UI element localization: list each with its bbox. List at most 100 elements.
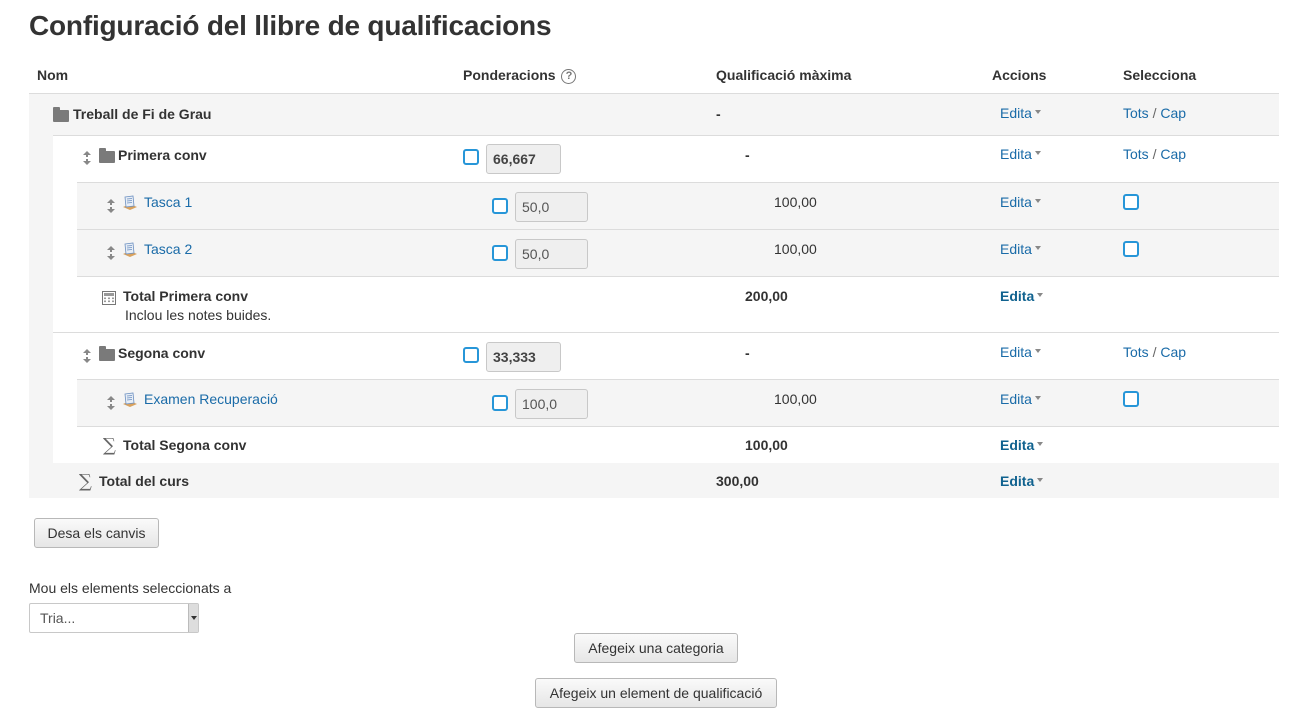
select-separator: /: [1152, 344, 1157, 360]
column-header-select: Selecciona: [1123, 67, 1197, 83]
total-segona-max: 100,00: [745, 437, 788, 453]
select-item-checkbox[interactable]: [1123, 241, 1139, 257]
move-icon[interactable]: [105, 396, 117, 410]
move-icon[interactable]: [81, 151, 93, 165]
select-all-link[interactable]: Tots: [1123, 344, 1149, 360]
weight-input-examen[interactable]: [515, 389, 588, 419]
column-header-weights-label: Ponderacions: [463, 67, 556, 83]
edit-link-label[interactable]: Edita: [1000, 288, 1034, 304]
edit-menu-primera[interactable]: Edita: [1000, 146, 1041, 162]
caret-down-icon: [1037, 442, 1044, 447]
course-category-max: -: [716, 106, 721, 122]
edit-link-label[interactable]: Edita: [1000, 344, 1032, 360]
move-icon[interactable]: [81, 349, 93, 363]
select-none-link[interactable]: Cap: [1160, 105, 1186, 121]
edit-link-label[interactable]: Edita: [1000, 473, 1034, 489]
edit-menu-course[interactable]: Edita: [1000, 105, 1041, 121]
move-target-selected: Tria...: [40, 610, 76, 626]
assignment-icon: [123, 195, 137, 210]
edit-menu-total-segona[interactable]: Edita: [1000, 437, 1044, 453]
select-none-link[interactable]: Cap: [1160, 344, 1186, 360]
edit-link-label[interactable]: Edita: [1000, 146, 1032, 162]
select-all-link[interactable]: Tots: [1123, 105, 1149, 121]
item-tasca2-link[interactable]: Tasca 2: [144, 241, 192, 257]
column-header-max-grade: Qualificació màxima: [716, 67, 852, 83]
sigma-icon: ∑: [103, 435, 116, 456]
table-row-category-primera: Primera conv - Edita Tots / Cap: [53, 135, 1279, 182]
edit-link-label[interactable]: Edita: [1000, 194, 1032, 210]
category-segona-name: Segona conv: [118, 345, 206, 361]
chevron-down-icon: [188, 604, 198, 632]
table-row-item-tasca1: Tasca 1 100,00 Edita: [77, 182, 1279, 229]
sigma-icon: ∑: [79, 471, 92, 492]
caret-down-icon: [1034, 396, 1041, 401]
table-row-total-segona: ∑ Total Segona conv 100,00 Edita: [77, 426, 1279, 463]
edit-link-label[interactable]: Edita: [1000, 391, 1032, 407]
edit-menu-tasca2[interactable]: Edita: [1000, 241, 1041, 257]
caret-down-icon: [1034, 151, 1041, 156]
caret-down-icon: [1034, 246, 1041, 251]
select-all-none-primera: Tots / Cap: [1123, 146, 1186, 162]
move-icon[interactable]: [105, 199, 117, 213]
table-row-category-segona: Segona conv - Edita Tots / Cap: [53, 332, 1279, 379]
column-header-name: Nom: [37, 67, 69, 83]
weight-input-primera[interactable]: [486, 144, 561, 174]
save-changes-button[interactable]: Desa els canvis: [34, 518, 159, 548]
select-all-none-course: Tots / Cap: [1123, 105, 1186, 121]
weight-override-checkbox[interactable]: [463, 149, 479, 165]
table-row-total-primera: Total Primera conv Inclou les notes buid…: [77, 276, 1279, 332]
course-category-name: Treball de Fi de Grau: [73, 106, 212, 122]
edit-menu-course-total[interactable]: Edita: [1000, 473, 1044, 489]
weight-override-checkbox[interactable]: [492, 395, 508, 411]
select-separator: /: [1152, 105, 1157, 121]
select-separator: /: [1152, 146, 1157, 162]
move-selected-label: Mou els elements seleccionats a: [29, 580, 232, 596]
weight-input-segona[interactable]: [486, 342, 561, 372]
weight-override-checkbox[interactable]: [463, 347, 479, 363]
item-examen-link[interactable]: Examen Recuperació: [144, 391, 278, 407]
caret-down-icon: [1034, 349, 1041, 354]
edit-menu-examen[interactable]: Edita: [1000, 391, 1041, 407]
grade-setup-table: Treball de Fi de Grau - Edita Tots / Cap…: [29, 93, 1279, 498]
caret-down-icon: [1037, 478, 1044, 483]
column-header-actions: Accions: [992, 67, 1047, 83]
table-row-course-total: ∑ Total del curs 300,00 Edita: [29, 463, 1279, 499]
category-primera-name: Primera conv: [118, 147, 207, 163]
caret-down-icon: [1034, 110, 1041, 115]
select-none-link[interactable]: Cap: [1160, 146, 1186, 162]
move-icon[interactable]: [105, 246, 117, 260]
total-primera-name: Total Primera conv: [123, 288, 249, 304]
add-grade-item-button[interactable]: Afegeix un element de qualificació: [535, 678, 777, 708]
edit-link-label[interactable]: Edita: [1000, 241, 1032, 257]
select-all-link[interactable]: Tots: [1123, 146, 1149, 162]
weight-override-checkbox[interactable]: [492, 245, 508, 261]
weight-input-tasca2[interactable]: [515, 239, 588, 269]
help-icon[interactable]: ?: [561, 68, 577, 84]
page-title: Configuració del llibre de qualificacion…: [29, 10, 552, 41]
select-item-checkbox[interactable]: [1123, 194, 1139, 210]
edit-menu-segona[interactable]: Edita: [1000, 344, 1041, 360]
caret-down-icon: [1037, 293, 1044, 298]
edit-menu-tasca1[interactable]: Edita: [1000, 194, 1041, 210]
column-header-weights: Ponderacions ?: [463, 67, 577, 84]
item-tasca1-link[interactable]: Tasca 1: [144, 194, 192, 210]
select-all-none-segona: Tots / Cap: [1123, 344, 1186, 360]
item-tasca2-max: 100,00: [774, 241, 817, 257]
table-row-item-tasca2: Tasca 2 100,00 Edita: [77, 229, 1279, 276]
weight-override-checkbox[interactable]: [492, 198, 508, 214]
move-target-select[interactable]: Tria...: [29, 603, 199, 633]
assignment-icon: [123, 392, 137, 407]
add-category-button[interactable]: Afegeix una categoria: [574, 633, 738, 663]
edit-menu-total-primera[interactable]: Edita: [1000, 288, 1044, 304]
weight-input-tasca1[interactable]: [515, 192, 588, 222]
item-examen-max: 100,00: [774, 391, 817, 407]
course-total-max: 300,00: [716, 473, 759, 489]
course-total-name: Total del curs: [99, 473, 189, 489]
calculator-icon: [102, 291, 116, 305]
caret-down-icon: [1034, 199, 1041, 204]
total-segona-name: Total Segona conv: [123, 437, 247, 453]
edit-link-label[interactable]: Edita: [1000, 105, 1032, 121]
select-item-checkbox[interactable]: [1123, 391, 1139, 407]
category-primera-max: -: [745, 147, 750, 163]
edit-link-label[interactable]: Edita: [1000, 437, 1034, 453]
